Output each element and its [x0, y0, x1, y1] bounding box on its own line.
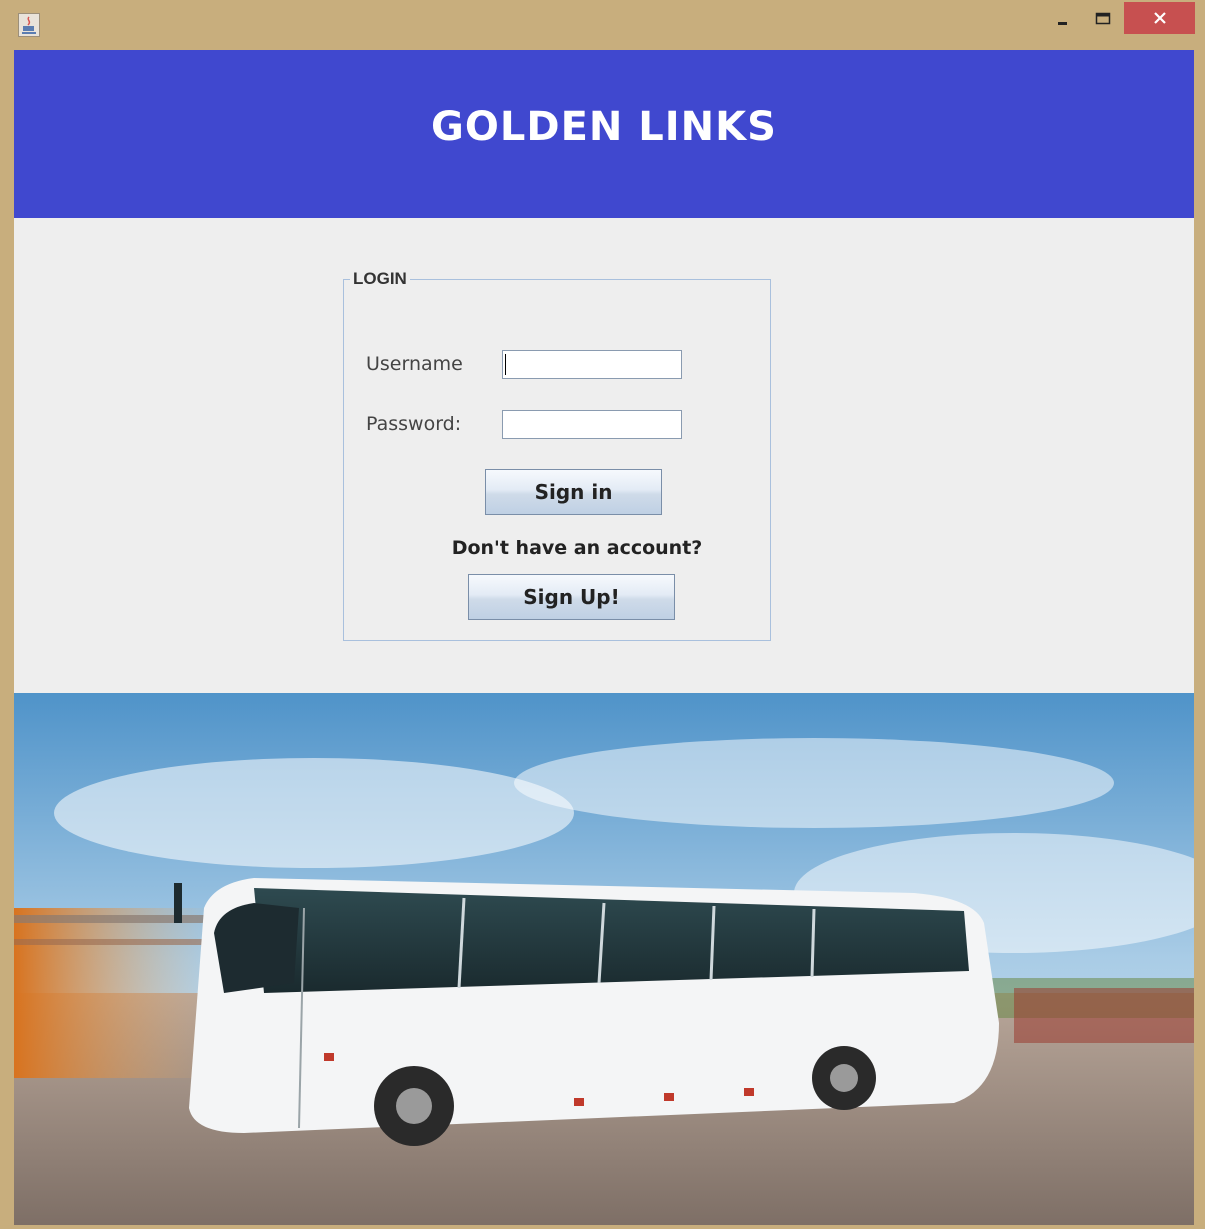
minimize-button[interactable] [1048, 4, 1078, 34]
password-input[interactable] [502, 410, 682, 439]
app-title: GOLDEN LINKS [431, 104, 777, 150]
maximize-button[interactable] [1088, 4, 1118, 34]
header-banner: GOLDEN LINKS [14, 50, 1194, 218]
username-label: Username [366, 353, 463, 375]
login-legend: LOGIN [350, 269, 410, 289]
close-icon [1153, 12, 1166, 24]
sign-in-button[interactable]: Sign in [485, 469, 662, 515]
title-bar[interactable] [0, 0, 1205, 48]
bus-photo [14, 693, 1194, 1225]
password-label: Password: [366, 413, 462, 435]
maximize-icon [1095, 12, 1111, 25]
text-caret [505, 354, 506, 375]
content-pane: GOLDEN LINKS LOGIN Username Password: Si… [14, 50, 1194, 1225]
username-input[interactable] [502, 350, 682, 379]
close-button[interactable] [1124, 2, 1195, 34]
app-window: GOLDEN LINKS LOGIN Username Password: Si… [0, 0, 1205, 1229]
minimize-icon [1058, 22, 1067, 25]
no-account-text: Don't have an account? [451, 537, 703, 559]
java-app-icon[interactable] [18, 13, 40, 37]
sign-up-button[interactable]: Sign Up! [468, 574, 675, 620]
